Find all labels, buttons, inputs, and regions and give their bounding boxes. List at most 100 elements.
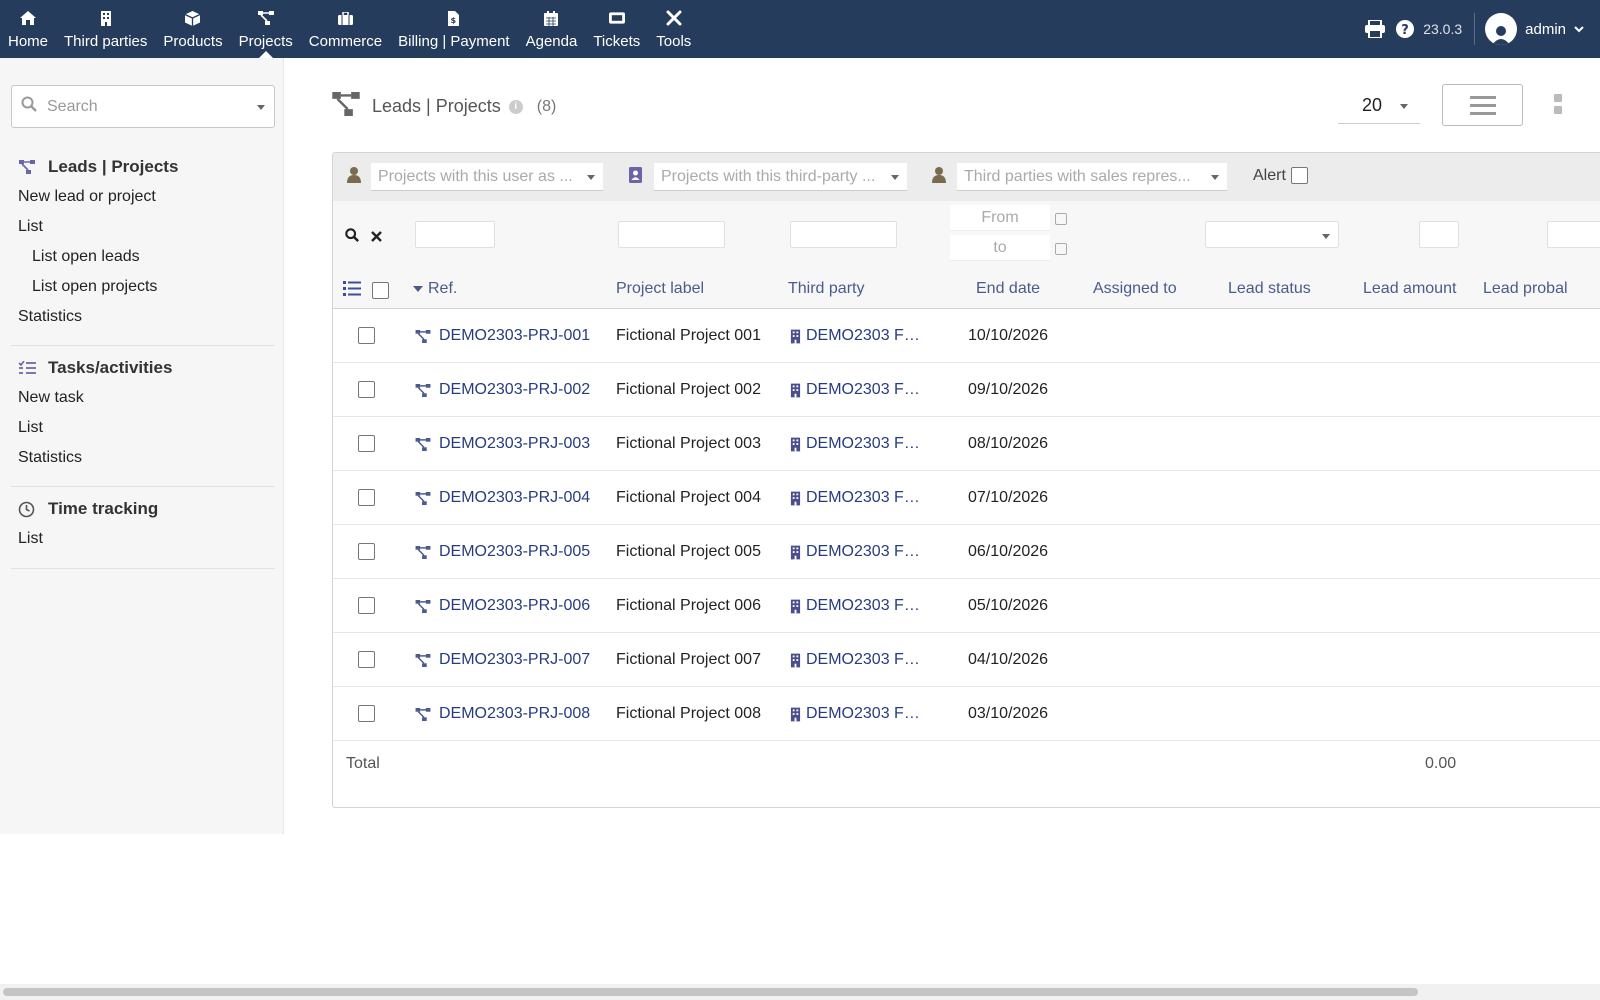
search-lead-probability-input[interactable] — [1547, 221, 1600, 248]
search-ref-input[interactable] — [415, 221, 495, 248]
thirdparty-link[interactable]: DEMO2303 F… — [790, 381, 920, 399]
row-checkbox[interactable] — [358, 597, 375, 614]
row-checkbox[interactable] — [358, 543, 375, 560]
search-dropdown-caret-icon[interactable] — [257, 105, 265, 110]
end-date: 10/10/2026 — [968, 327, 1049, 344]
grid-square-icon — [1554, 94, 1562, 102]
project-ref-link[interactable]: DEMO2303-PRJ-004 — [415, 489, 590, 507]
row-checkbox[interactable] — [358, 435, 375, 452]
projects-menu-title[interactable]: Leads | Projects — [0, 152, 284, 182]
menu-projects[interactable]: Projects — [231, 0, 301, 58]
thirdparty-link[interactable]: DEMO2303 F… — [790, 705, 920, 723]
horizontal-scrollbar[interactable] — [0, 984, 1600, 1000]
filter-thirdparty-contact-select[interactable]: Projects with this third-party ... — [654, 163, 907, 191]
svg-text:$: $ — [451, 16, 457, 25]
project-label: Fictional Project 004 — [616, 489, 761, 506]
tasks-menu-title[interactable]: Tasks/activities — [0, 353, 284, 383]
sidebar-item-task-list[interactable]: List — [0, 413, 284, 443]
print-icon[interactable] — [1365, 20, 1386, 38]
thirdparty-link[interactable]: DEMO2303 F… — [790, 327, 920, 345]
row-checkbox[interactable] — [358, 705, 375, 722]
row-checkbox[interactable] — [358, 651, 375, 668]
calendar-icon[interactable] — [1055, 213, 1067, 225]
sidebar-item-new-task[interactable]: New task — [0, 383, 284, 413]
sidebar-item-list-open-leads[interactable]: List open leads — [0, 242, 284, 272]
menu-third-parties[interactable]: Third parties — [56, 0, 155, 58]
mass-actions-menu-button[interactable] — [1442, 84, 1523, 126]
time-tracking-menu-title[interactable]: Time tracking — [0, 494, 284, 524]
project-label: Fictional Project 006 — [616, 597, 761, 614]
project-ref-link[interactable]: DEMO2303-PRJ-003 — [415, 435, 590, 453]
filter-user-role-select[interactable]: Projects with this user as ... — [371, 163, 603, 191]
view-mode-button[interactable] — [1554, 94, 1562, 114]
scrollbar-thumb[interactable] — [3, 988, 1418, 996]
search-lead-status-select[interactable] — [1205, 221, 1339, 248]
menu-products[interactable]: Products — [155, 0, 230, 58]
project-ref-link[interactable]: DEMO2303-PRJ-007 — [415, 651, 590, 669]
search-icon[interactable] — [345, 228, 359, 247]
column-header-thirdparty[interactable]: Third party — [788, 280, 864, 298]
sidebar-item-time-list[interactable]: List — [0, 524, 284, 554]
menu-tools[interactable]: Tools — [648, 0, 699, 58]
project-ref-link[interactable]: DEMO2303-PRJ-005 — [415, 543, 590, 561]
row-checkbox[interactable] — [358, 327, 375, 344]
search-lead-amount-input[interactable] — [1419, 221, 1459, 248]
column-header-lead-amount[interactable]: Lead amount — [1363, 280, 1456, 298]
info-icon[interactable]: i — [508, 99, 523, 114]
row-checkbox[interactable] — [358, 489, 375, 506]
project-ref-link[interactable]: DEMO2303-PRJ-001 — [415, 327, 590, 345]
sidebar-item-new-lead[interactable]: New lead or project — [0, 182, 284, 212]
thirdparty-link[interactable]: DEMO2303 F… — [790, 543, 920, 561]
project-ref-text: DEMO2303-PRJ-006 — [439, 597, 591, 614]
row-checkbox[interactable] — [358, 381, 375, 398]
menu-commerce[interactable]: Commerce — [301, 0, 390, 58]
column-header-assigned-to[interactable]: Assigned to — [1093, 280, 1177, 298]
column-header-label[interactable]: Project label — [616, 280, 704, 298]
sidebar-item-task-statistics[interactable]: Statistics — [0, 443, 284, 473]
sitemap-icon — [332, 92, 360, 121]
page-limit-select[interactable]: 20 — [1338, 88, 1420, 124]
menu-billing[interactable]: $ Billing | Payment — [390, 0, 517, 58]
search-box[interactable] — [11, 85, 275, 128]
table-row: DEMO2303-PRJ-008 Fictional Project 008 D… — [333, 688, 1600, 741]
thirdparty-link[interactable]: DEMO2303 F… — [790, 651, 920, 669]
user-menu[interactable]: admin — [1485, 13, 1584, 45]
project-ref-text: DEMO2303-PRJ-005 — [439, 543, 591, 560]
column-header-end-date[interactable]: End date — [976, 280, 1040, 298]
sidebar-divider — [11, 568, 275, 569]
alert-filter-checkbox[interactable] — [1291, 167, 1308, 184]
search-input[interactable] — [47, 97, 242, 116]
project-ref-link[interactable]: DEMO2303-PRJ-008 — [415, 705, 590, 723]
building-icon — [790, 491, 801, 505]
date-to-input[interactable]: to — [950, 235, 1050, 261]
list-view-icon[interactable] — [343, 281, 361, 301]
thirdparty-link[interactable]: DEMO2303 F… — [790, 597, 920, 615]
sidebar-item-list[interactable]: List — [0, 212, 284, 242]
search-icon — [21, 96, 37, 117]
calendar-icon[interactable] — [1055, 243, 1067, 255]
close-icon[interactable] — [371, 229, 382, 247]
sitemap-icon — [257, 10, 274, 26]
help-icon[interactable]: ? — [1395, 19, 1415, 39]
menu-home[interactable]: Home — [0, 0, 56, 58]
project-ref-link[interactable]: DEMO2303-PRJ-006 — [415, 597, 590, 615]
building-icon — [790, 653, 801, 667]
search-label-input[interactable] — [618, 221, 725, 248]
search-thirdparty-input[interactable] — [790, 221, 897, 248]
sidebar-item-list-open-projects[interactable]: List open projects — [0, 272, 284, 302]
date-from-input[interactable]: From — [950, 205, 1050, 231]
column-header-ref[interactable]: Ref. — [413, 280, 457, 298]
select-all-checkbox[interactable] — [372, 282, 389, 299]
filter-sales-rep-select[interactable]: Third parties with sales repres... — [957, 163, 1227, 191]
project-ref-link[interactable]: DEMO2303-PRJ-002 — [415, 381, 590, 399]
menu-tickets[interactable]: Tickets — [585, 0, 648, 58]
column-header-lead-probability[interactable]: Lead probal — [1483, 280, 1568, 298]
sidebar-item-statistics[interactable]: Statistics — [0, 302, 284, 332]
menu-agenda[interactable]: Agenda — [518, 0, 586, 58]
user-icon — [932, 167, 946, 188]
column-header-lead-status[interactable]: Lead status — [1228, 280, 1311, 298]
project-ref-text: DEMO2303-PRJ-007 — [439, 651, 591, 668]
thirdparty-link[interactable]: DEMO2303 F… — [790, 489, 920, 507]
thirdparty-link[interactable]: DEMO2303 F… — [790, 435, 920, 453]
filter-bar: Projects with this user as ... Projects … — [333, 153, 1600, 201]
